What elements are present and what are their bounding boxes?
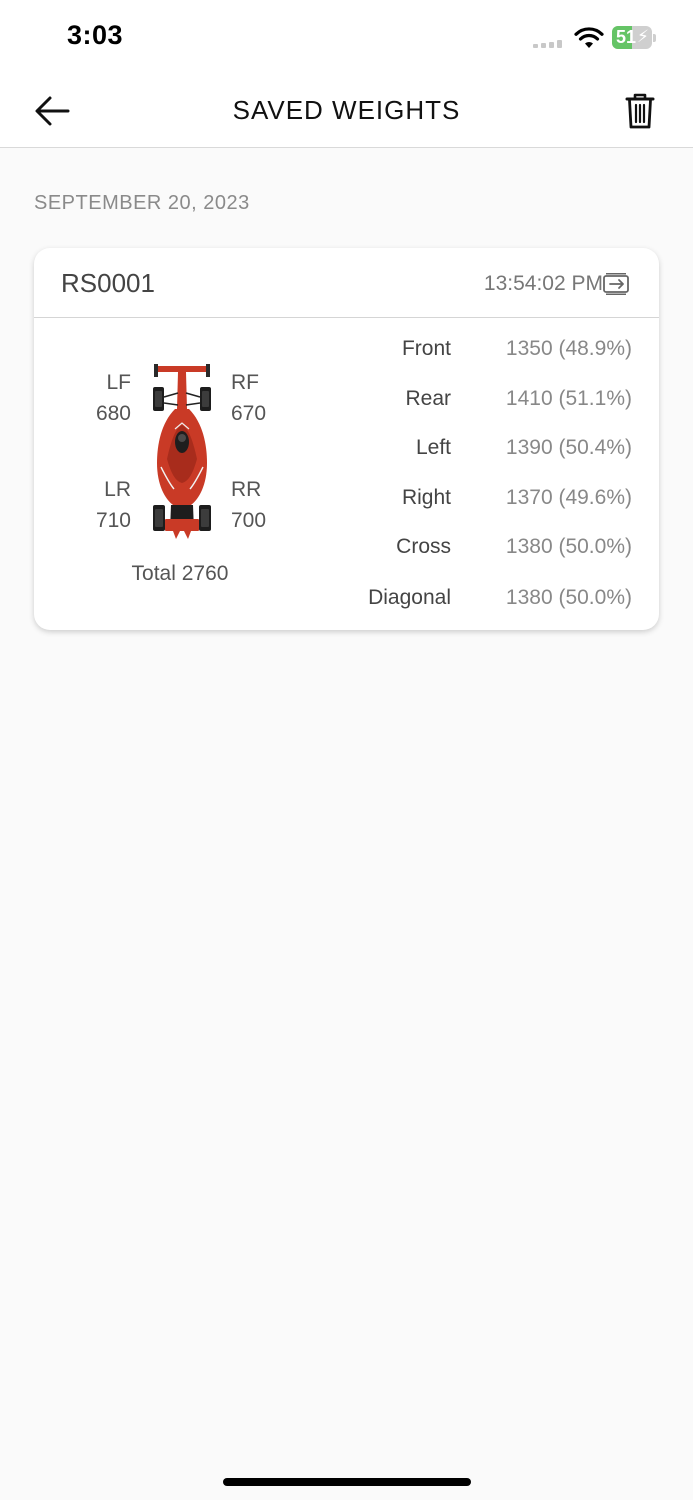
battery-icon: 51 ⚡: [612, 26, 658, 49]
race-car-icon: [153, 364, 211, 539]
wifi-icon: [574, 27, 604, 48]
stat-value-rear: 1410 (51.1%): [505, 387, 632, 410]
stat-label-rear: Rear: [405, 387, 451, 410]
corner-weight-rf: RF 670: [231, 367, 291, 429]
stat-label-front: Front: [401, 337, 451, 360]
corner-weight-rr: RR 700: [231, 474, 291, 536]
stat-value-left: 1390 (50.4%): [505, 436, 632, 459]
corner-label: RF: [231, 371, 259, 394]
stat-label-diagonal: Diagonal: [368, 586, 451, 609]
export-icon: [603, 273, 629, 295]
navigation-header: SAVED WEIGHTS: [0, 76, 693, 148]
corner-value: 680: [95, 402, 131, 425]
record-time: 13:54:02 PM: [483, 272, 603, 295]
saved-weight-card[interactable]: RS0001 13:54:02 PM LF 680 RF 670 LR 710 …: [34, 248, 659, 630]
date-section-header: SEPTEMBER 20, 2023: [34, 192, 250, 214]
status-bar: 3:03 51 ⚡: [0, 0, 693, 76]
stat-value-front: 1350 (48.9%): [505, 337, 632, 360]
stat-value-diagonal: 1380 (50.0%): [505, 586, 632, 609]
total-weight: Total 2760: [131, 562, 229, 585]
corner-label: LR: [104, 478, 131, 501]
corner-label: RR: [231, 478, 262, 501]
record-id: RS0001: [61, 268, 155, 298]
corner-weight-lr: LR 710: [71, 474, 131, 536]
corner-value: 670: [231, 402, 267, 425]
delete-button[interactable]: [620, 90, 660, 132]
stat-value-cross: 1380 (50.0%): [505, 535, 632, 558]
status-time: 3:03: [67, 20, 124, 50]
battery-level: 51: [616, 27, 637, 47]
export-button[interactable]: [602, 273, 632, 295]
corner-weight-lf: LF 680: [71, 367, 131, 429]
stat-label-cross: Cross: [396, 535, 451, 558]
trash-icon: [625, 93, 655, 129]
page-title: SAVED WEIGHTS: [232, 95, 461, 125]
corner-value: 710: [95, 509, 131, 532]
cellular-signal-icon: [533, 40, 567, 48]
stat-value-right: 1370 (49.6%): [505, 486, 632, 509]
home-indicator[interactable]: [223, 1478, 471, 1486]
corner-label: LF: [106, 371, 131, 394]
corner-value: 700: [231, 509, 267, 532]
stat-label-right: Right: [401, 486, 451, 509]
card-header: RS0001 13:54:02 PM: [34, 248, 659, 318]
stat-label-left: Left: [415, 436, 451, 459]
